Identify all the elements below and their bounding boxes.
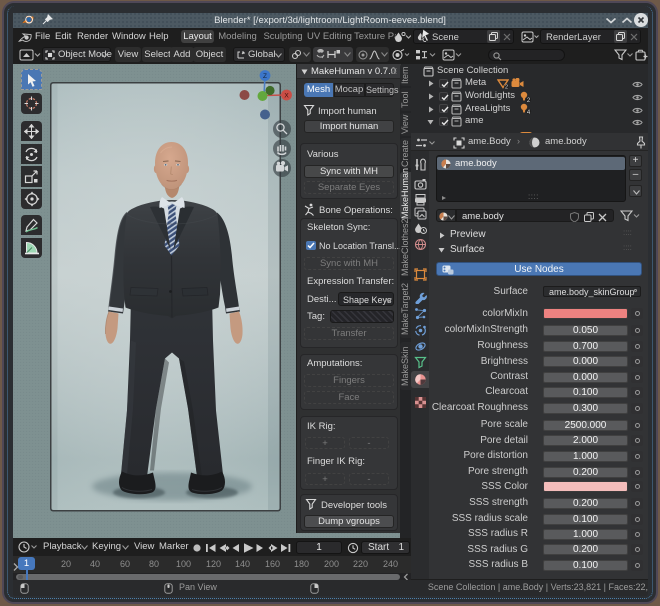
svg-text:Z: Z	[263, 73, 267, 80]
svg-text:2: 2	[505, 84, 508, 88]
svg-text:X: X	[284, 92, 289, 99]
